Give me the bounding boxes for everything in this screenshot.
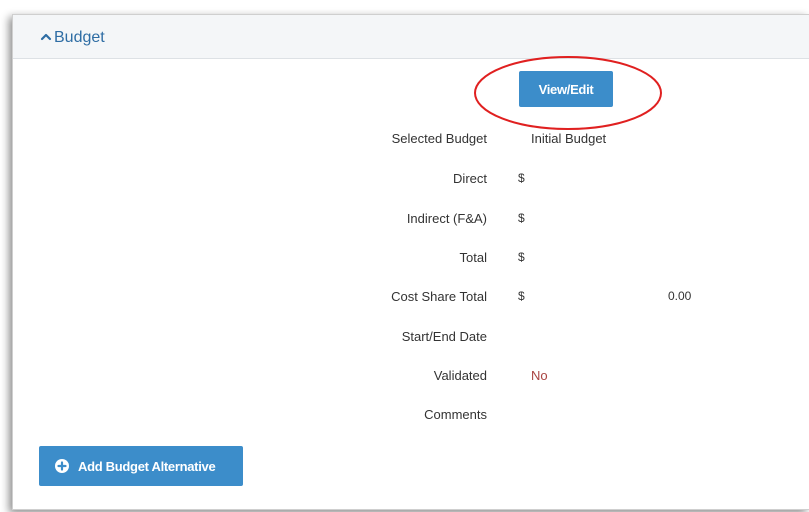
validated-label: Validated: [433, 368, 487, 383]
add-budget-alternative-label: Add Budget Alternative: [78, 458, 216, 474]
total-label: Total: [459, 250, 487, 265]
total-row: Total $: [13, 250, 809, 270]
plus-circle-icon: [55, 459, 69, 473]
budget-panel: Budget View/Edit Selected Budget Initial…: [12, 14, 809, 510]
chevron-up-icon[interactable]: [39, 30, 53, 44]
validated-row: Validated No: [13, 368, 809, 388]
panel-title[interactable]: Budget: [54, 29, 105, 47]
selected-budget-label: Selected Budget: [391, 131, 487, 146]
cost-share-amount: 0.00: [668, 289, 692, 303]
cost-share-total-row: Cost Share Total $ 0.00: [13, 289, 809, 309]
indirect-currency: $: [518, 211, 525, 225]
direct-row: Direct $: [13, 171, 809, 191]
indirect-label: Indirect (F&A): [406, 211, 487, 226]
comments-label: Comments: [424, 407, 487, 422]
add-budget-alternative-button[interactable]: Add Budget Alternative: [39, 446, 243, 486]
start-end-date-label: Start/End Date: [401, 329, 487, 344]
view-edit-button[interactable]: View/Edit: [519, 71, 613, 107]
direct-currency: $: [518, 171, 525, 185]
comments-row: Comments: [13, 407, 809, 427]
indirect-row: Indirect (F&A) $: [13, 211, 809, 231]
panel-header[interactable]: Budget: [13, 15, 809, 59]
cost-share-currency: $: [518, 289, 525, 303]
total-currency: $: [518, 250, 525, 264]
selected-budget-row: Selected Budget Initial Budget: [13, 131, 809, 151]
validated-value: No: [531, 368, 548, 383]
selected-budget-value: Initial Budget: [531, 131, 607, 146]
start-end-date-row: Start/End Date: [13, 329, 809, 349]
cost-share-total-label: Cost Share Total: [391, 289, 487, 304]
direct-label: Direct: [453, 171, 487, 186]
